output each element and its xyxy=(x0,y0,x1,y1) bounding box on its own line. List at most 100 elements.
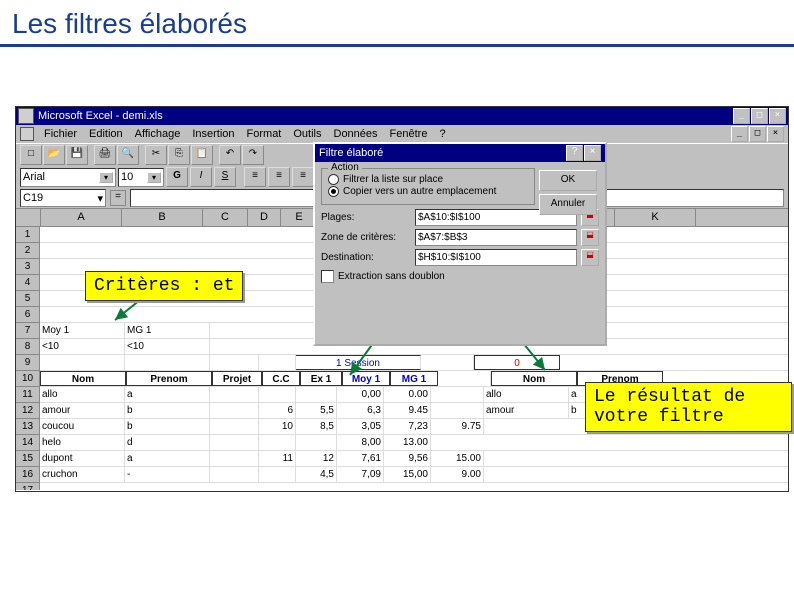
c: d xyxy=(125,435,210,450)
bold-button[interactable]: G xyxy=(166,167,188,187)
copy-button[interactable]: ⎘ xyxy=(168,145,190,165)
row-headers: 1 2 3 4 5 6 7 8 9 10 11 12 13 14 15 16 1… xyxy=(16,227,40,490)
undo-button[interactable]: ↶ xyxy=(219,145,241,165)
save-button[interactable]: 💾 xyxy=(66,145,88,165)
doc-close-button[interactable]: × xyxy=(767,126,784,142)
paste-button[interactable]: 📋 xyxy=(191,145,213,165)
radio-copy-to[interactable] xyxy=(328,186,339,197)
close-button[interactable]: × xyxy=(769,108,786,124)
session-row: 1 Session 0 xyxy=(40,355,788,371)
row-13[interactable]: 13 xyxy=(16,419,40,435)
font-combo[interactable]: Arial▾ xyxy=(20,168,116,187)
align-right-button[interactable]: ≡ xyxy=(292,167,314,187)
row-15[interactable]: 15 xyxy=(16,451,40,467)
excel-icon xyxy=(18,108,34,124)
menu-data[interactable]: Données xyxy=(328,128,384,140)
row-17[interactable]: 17 xyxy=(16,483,40,490)
unique-checkbox[interactable] xyxy=(321,270,334,283)
row-7[interactable]: 7 xyxy=(16,323,40,339)
h-ex1: Ex 1 xyxy=(300,371,342,386)
radio-filter-inplace[interactable] xyxy=(328,174,339,185)
menu-insert[interactable]: Insertion xyxy=(186,128,240,140)
c: 8,5 xyxy=(296,419,337,434)
open-button[interactable]: 📂 xyxy=(43,145,65,165)
radio-filter-label: Filtrer la liste sur place xyxy=(343,174,443,185)
menu-edit[interactable]: Edition xyxy=(83,128,129,140)
row-2[interactable]: 2 xyxy=(16,243,40,259)
align-left-button[interactable]: ≡ xyxy=(244,167,266,187)
c: a xyxy=(125,387,210,402)
dest-input[interactable]: $H$10:$I$100 xyxy=(415,249,577,266)
italic-button[interactable]: I xyxy=(190,167,212,187)
name-box[interactable]: C19▾ xyxy=(20,189,106,207)
c: cruchon xyxy=(40,467,125,482)
menu-window[interactable]: Fenêtre xyxy=(384,128,434,140)
col-C[interactable]: C xyxy=(203,209,248,226)
menu-view[interactable]: Affichage xyxy=(129,128,187,140)
row-14[interactable]: 14 xyxy=(16,435,40,451)
c: 12 xyxy=(296,451,337,466)
c: 4,5 xyxy=(296,467,337,482)
fx-button[interactable]: = xyxy=(110,190,126,206)
menu-tools[interactable]: Outils xyxy=(287,128,327,140)
session-label: 1 Session xyxy=(296,355,421,370)
c: 7,09 xyxy=(337,467,384,482)
col-B[interactable]: B xyxy=(122,209,203,226)
doc-minimize-button[interactable]: _ xyxy=(731,126,748,142)
plages-label: Plages: xyxy=(321,212,411,223)
redo-button[interactable]: ↷ xyxy=(242,145,264,165)
row-4[interactable]: 4 xyxy=(16,275,40,291)
row-8[interactable]: 8 xyxy=(16,339,40,355)
c: 7,61 xyxy=(337,451,384,466)
maximize-button[interactable]: □ xyxy=(751,108,768,124)
h-nom2: Nom xyxy=(491,371,577,386)
crit-moy-label: Moy 1 xyxy=(40,323,125,338)
cancel-button[interactable]: Annuler xyxy=(539,194,597,215)
row-6[interactable]: 6 xyxy=(16,307,40,323)
print-button[interactable]: 🖨 xyxy=(94,145,116,165)
ref-button-zone[interactable]: ⬓ xyxy=(581,229,599,246)
row-1[interactable]: 1 xyxy=(16,227,40,243)
dest-label: Destination: xyxy=(321,252,411,263)
row-12[interactable]: 12 xyxy=(16,403,40,419)
c: 15.00 xyxy=(431,451,484,466)
c: - xyxy=(125,467,210,482)
zone-label: Zone de critères: xyxy=(321,232,411,243)
help-button[interactable]: ? xyxy=(566,145,583,161)
new-button[interactable]: □ xyxy=(20,145,42,165)
underline-button[interactable]: S xyxy=(214,167,236,187)
col-K[interactable]: K xyxy=(615,209,696,226)
row-16[interactable]: 16 xyxy=(16,467,40,483)
row-3[interactable]: 3 xyxy=(16,259,40,275)
select-all-corner[interactable] xyxy=(16,209,41,226)
minimize-button[interactable]: _ xyxy=(733,108,750,124)
h-moy1: Moy 1 xyxy=(342,371,390,386)
menu-help[interactable]: ? xyxy=(433,128,451,140)
align-center-button[interactable]: ≡ xyxy=(268,167,290,187)
col-A[interactable]: A xyxy=(41,209,122,226)
doc-restore-button[interactable]: □ xyxy=(749,126,766,142)
size-combo[interactable]: 10▾ xyxy=(118,168,164,187)
col-D[interactable]: D xyxy=(248,209,281,226)
slide-title: Les filtres élaborés xyxy=(0,0,794,42)
c: 10 xyxy=(259,419,296,434)
callout-result: Le résultat de votre filtre xyxy=(585,382,792,432)
c: 11 xyxy=(259,451,296,466)
row-9[interactable]: 9 xyxy=(16,355,40,371)
c: a xyxy=(125,451,210,466)
preview-button[interactable]: 🔍 xyxy=(117,145,139,165)
c: 3,05 xyxy=(337,419,384,434)
menu-format[interactable]: Format xyxy=(241,128,288,140)
ok-button[interactable]: OK xyxy=(539,170,597,191)
menu-file[interactable]: Fichier xyxy=(38,128,83,140)
c: 9.45 xyxy=(384,403,431,418)
zone-input[interactable]: $A$7:$B$3 xyxy=(415,229,577,246)
row-11[interactable]: 11 xyxy=(16,387,40,403)
ref-button-dest[interactable]: ⬓ xyxy=(581,249,599,266)
cut-button[interactable]: ✂ xyxy=(145,145,167,165)
zero-marker: 0 xyxy=(474,355,560,370)
row-5[interactable]: 5 xyxy=(16,291,40,307)
crit-mg-val: <10 xyxy=(125,339,210,354)
dialog-close-button[interactable]: × xyxy=(584,145,601,161)
row-10[interactable]: 10 xyxy=(16,371,40,387)
